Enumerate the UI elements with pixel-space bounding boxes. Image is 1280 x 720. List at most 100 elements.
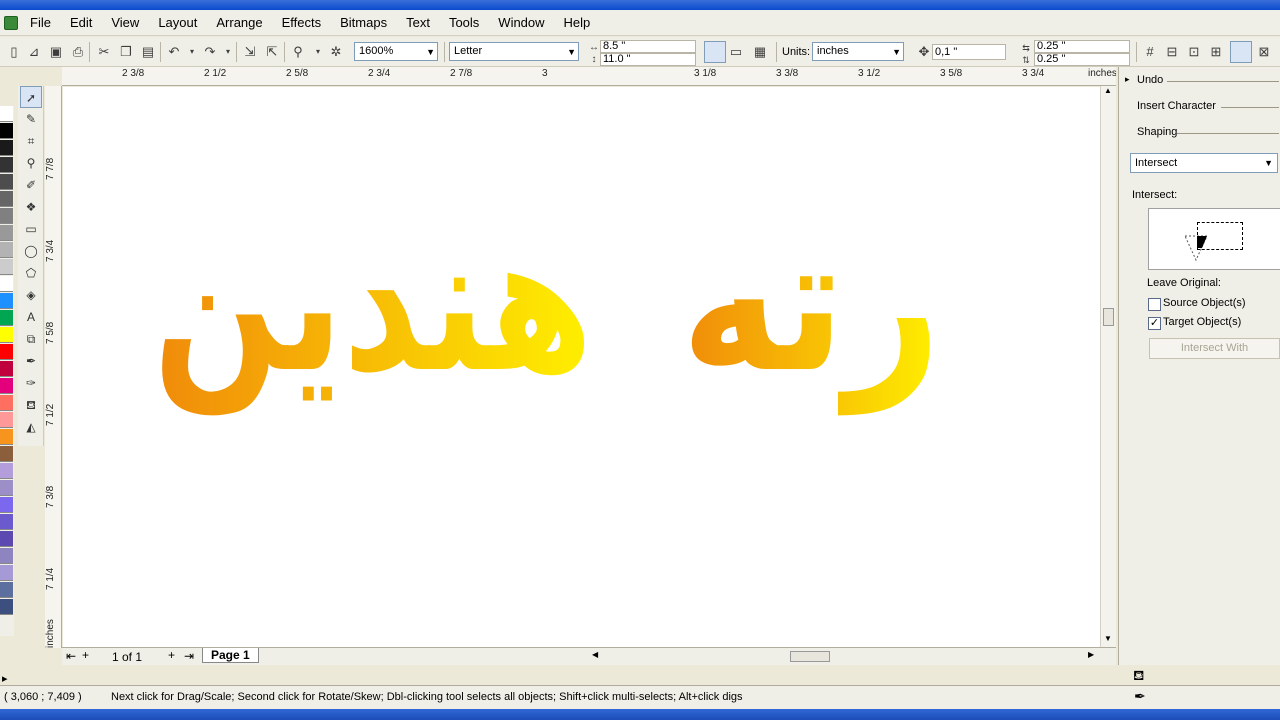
- palette-swatch[interactable]: [0, 463, 13, 479]
- palette-swatch[interactable]: [0, 106, 13, 122]
- horizontal-ruler[interactable]: 2 3/8 2 1/2 2 5/8 2 3/4 2 7/8 3 3 1/8 3 …: [62, 67, 1116, 86]
- vertical-scrollbar[interactable]: ▲ ▼: [1100, 86, 1116, 648]
- scroll-palette-icon[interactable]: ▸: [2, 672, 8, 685]
- intersect-with-button[interactable]: Intersect With: [1149, 338, 1280, 359]
- palette-swatch[interactable]: [0, 412, 13, 428]
- rectangle-icon[interactable]: ▭: [20, 218, 42, 240]
- docker-tab-insert-character[interactable]: Insert Character: [1137, 100, 1216, 112]
- basic-shapes-icon[interactable]: ◈: [20, 284, 42, 306]
- polygon-icon[interactable]: ⬠: [20, 262, 42, 284]
- snap-to-guidelines-icon[interactable]: ⊟: [1164, 44, 1180, 60]
- palette-swatch[interactable]: [0, 599, 13, 615]
- menu-bitmaps[interactable]: Bitmaps: [340, 15, 398, 30]
- add-page-before-icon[interactable]: +: [82, 648, 89, 662]
- tab-page-1[interactable]: Page 1: [202, 648, 259, 663]
- undo-icon[interactable]: ↶: [166, 44, 182, 60]
- horizontal-scroll-thumb[interactable]: [790, 651, 830, 662]
- menu-tools[interactable]: Tools: [449, 15, 490, 30]
- paper-height-field[interactable]: 11.0 ": [600, 53, 696, 66]
- palette-swatch[interactable]: [0, 123, 13, 139]
- arabic-word-right[interactable]: رته: [681, 193, 941, 415]
- options-icon[interactable]: ⊠: [1256, 44, 1272, 60]
- palette-swatch[interactable]: [0, 259, 13, 275]
- redo-icon[interactable]: ↷: [202, 44, 218, 60]
- palette-swatch[interactable]: [0, 378, 13, 394]
- scroll-down-icon[interactable]: ▼: [1104, 634, 1112, 643]
- palette-swatch[interactable]: [0, 208, 13, 224]
- palette-swatch[interactable]: [0, 157, 13, 173]
- save-icon[interactable]: ▣: [48, 44, 64, 60]
- paper-width-field[interactable]: 8.5 ": [600, 40, 696, 53]
- arabic-word-left[interactable]: هندين: [153, 193, 593, 416]
- units-combo[interactable]: inches ▼: [812, 42, 904, 61]
- zoom-level-combo[interactable]: 1600% ▼: [354, 42, 438, 61]
- docker-tab-shaping[interactable]: Shaping: [1137, 126, 1177, 138]
- menu-view[interactable]: View: [111, 15, 150, 30]
- palette-swatch[interactable]: [0, 140, 13, 156]
- palette-swatch[interactable]: [0, 310, 13, 326]
- duplicate-x-field[interactable]: 0.25 ": [1034, 40, 1130, 53]
- palette-swatch[interactable]: [0, 361, 13, 377]
- palette-swatch[interactable]: [0, 174, 13, 190]
- bucket-icon[interactable]: ⛾: [20, 394, 42, 416]
- add-page-after-icon[interactable]: +: [168, 648, 175, 662]
- new-document-icon[interactable]: ▯: [6, 44, 22, 60]
- palette-swatch[interactable]: [0, 344, 13, 360]
- magnifier-icon[interactable]: ⚲: [20, 152, 42, 174]
- menu-edit[interactable]: Edit: [70, 15, 103, 30]
- outline-icon[interactable]: ✒: [1134, 688, 1146, 705]
- nudge-distance-field[interactable]: 0,1 ": [932, 44, 1006, 60]
- drawing-canvas[interactable]: هندين رته: [63, 87, 1115, 647]
- palette-swatch[interactable]: [0, 327, 13, 343]
- print-icon[interactable]: ⎙: [70, 44, 86, 60]
- portrait-button[interactable]: [704, 41, 726, 63]
- snap-to-objects-icon[interactable]: ⊡: [1186, 44, 1202, 60]
- menu-text[interactable]: Text: [406, 15, 441, 30]
- palette-swatch[interactable]: [0, 429, 13, 445]
- palette-swatch[interactable]: [0, 480, 13, 496]
- arrow-pointer-icon[interactable]: ➚: [20, 86, 42, 108]
- palette-swatch[interactable]: [0, 548, 13, 564]
- palette-swatch[interactable]: [0, 582, 13, 598]
- palette-swatch[interactable]: [0, 293, 13, 309]
- chevron-right-icon[interactable]: ▸: [1125, 74, 1130, 85]
- shaping-operation-select[interactable]: Intersect ▼: [1130, 153, 1278, 173]
- scroll-right-icon[interactable]: ▶: [1088, 650, 1094, 659]
- last-page-icon[interactable]: ⇥: [184, 649, 194, 663]
- vertical-ruler[interactable]: 7 7/8 7 3/4 7 5/8 7 1/2 7 3/8 7 1/4 inch…: [45, 86, 62, 648]
- palette-swatch[interactable]: [0, 497, 13, 513]
- snap-to-grid-icon[interactable]: #: [1142, 44, 1158, 60]
- scroll-up-icon[interactable]: ▲: [1104, 86, 1112, 95]
- palette-swatch[interactable]: [0, 191, 13, 207]
- landscape-icon[interactable]: ▭: [728, 44, 744, 60]
- scroll-left-icon[interactable]: ◀: [592, 650, 598, 659]
- freehand-icon[interactable]: ✐: [20, 174, 42, 196]
- launcher-dropdown-icon[interactable]: ▾: [310, 44, 326, 60]
- palette-swatch[interactable]: [0, 395, 13, 411]
- paste-icon[interactable]: ▤: [140, 44, 156, 60]
- palette-swatch[interactable]: [0, 276, 13, 292]
- copy-icon[interactable]: ❐: [118, 44, 134, 60]
- redo-dropdown-icon[interactable]: ▾: [220, 44, 236, 60]
- first-page-icon[interactable]: ⇤: [66, 649, 76, 663]
- palette-swatch[interactable]: [0, 531, 13, 547]
- menu-layout[interactable]: Layout: [158, 15, 208, 30]
- import-icon[interactable]: ⇲: [242, 44, 258, 60]
- undo-dropdown-icon[interactable]: ▾: [184, 44, 200, 60]
- vertical-scroll-thumb[interactable]: [1103, 308, 1114, 326]
- palette-swatch[interactable]: [0, 446, 13, 462]
- fill-icon[interactable]: ⛾: [1133, 667, 1144, 686]
- menu-window[interactable]: Window: [498, 15, 555, 30]
- menu-help[interactable]: Help: [564, 15, 602, 30]
- paper-type-combo[interactable]: Letter ▼: [449, 42, 579, 61]
- eyedropper-icon[interactable]: ✒: [20, 350, 42, 372]
- target-objects-checkbox[interactable]: ✓: [1148, 317, 1161, 330]
- source-objects-checkbox[interactable]: [1148, 298, 1161, 311]
- smart-fill-icon[interactable]: ❖: [20, 196, 42, 218]
- menu-effects[interactable]: Effects: [282, 15, 333, 30]
- dynamic-guides-icon[interactable]: ⊞: [1208, 44, 1224, 60]
- crop-icon[interactable]: ⌗: [20, 130, 42, 152]
- menu-file[interactable]: File: [30, 15, 62, 30]
- palette-swatch[interactable]: [0, 242, 13, 258]
- cut-icon[interactable]: ✂: [96, 44, 112, 60]
